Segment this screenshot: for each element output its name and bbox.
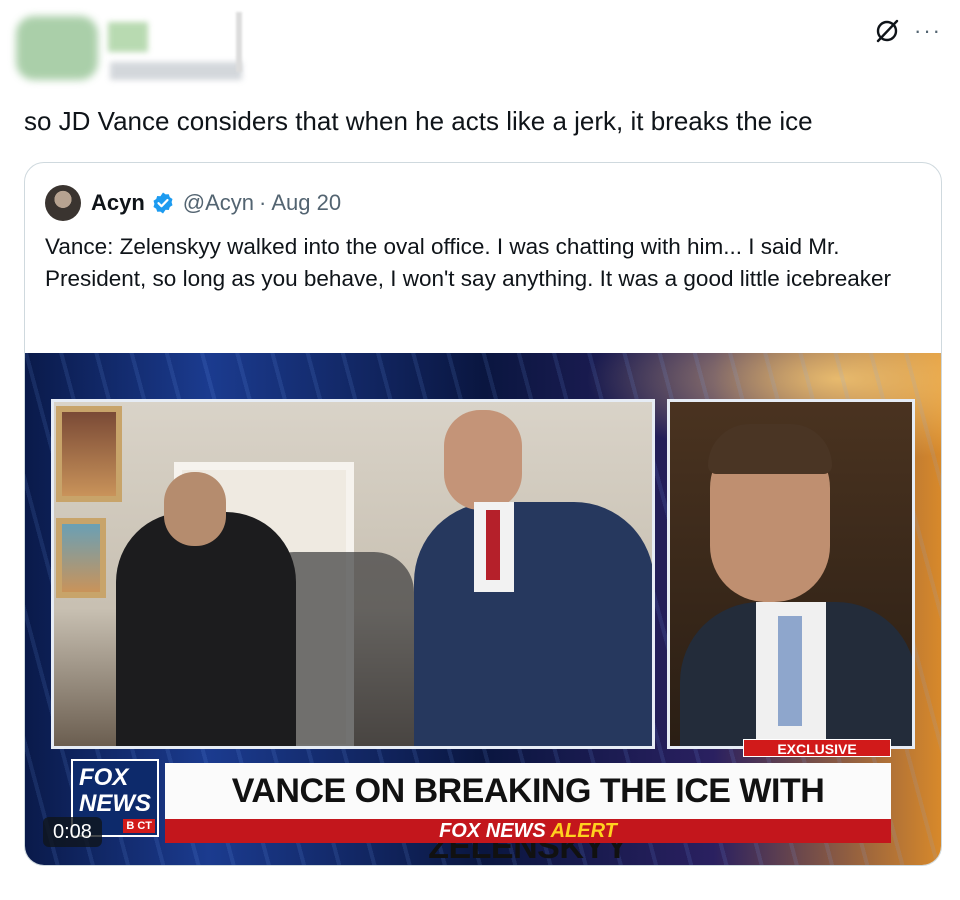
- post-date[interactable]: Aug 20: [271, 190, 341, 216]
- post-actions: ···: [874, 18, 942, 44]
- verified-badge-icon: [153, 192, 173, 214]
- person-left: [116, 472, 296, 746]
- quoted-post-header: Acyn @Acyn · Aug 20: [45, 185, 341, 221]
- alert-bar: FOX NEWS ALERT: [165, 819, 891, 843]
- painting: [56, 406, 122, 502]
- hair: [708, 424, 832, 474]
- blurred-avatar: [16, 16, 98, 80]
- grok-icon[interactable]: [874, 18, 900, 44]
- handshake-photo-panel: [51, 399, 655, 749]
- news-lower-third: FOX NEWS B CT VANCE ON BREAKING THE ICE …: [71, 759, 891, 865]
- blurred-divider: [236, 12, 242, 72]
- quoted-post[interactable]: Acyn @Acyn · Aug 20 Vance: Zelenskyy wal…: [24, 162, 942, 866]
- news-headline: VANCE ON BREAKING THE ICE WITH ZELENSKYY: [165, 763, 891, 865]
- redacted-author-header: [14, 12, 242, 82]
- author-name[interactable]: Acyn: [91, 190, 145, 216]
- post-text: so JD Vance considers that when he acts …: [24, 106, 813, 136]
- tie: [486, 510, 500, 580]
- video-player[interactable]: EXCLUSIVE FOX NEWS B CT VANCE ON BREAKIN…: [25, 353, 941, 865]
- separator-dot: ·: [259, 190, 267, 215]
- alert-word: ALERT: [550, 820, 617, 842]
- logo-line-2: NEWS: [79, 790, 151, 817]
- logo-line-1: FOX: [79, 764, 129, 791]
- avatar[interactable]: [45, 185, 81, 221]
- alert-prefix: FOX NEWS: [439, 820, 546, 842]
- exclusive-badge: EXCLUSIVE: [743, 739, 891, 757]
- blurred-name: [108, 22, 148, 52]
- logo-suffix: B CT: [123, 819, 155, 833]
- head: [164, 472, 226, 546]
- blurred-handle: [110, 62, 242, 80]
- author-handle[interactable]: @Acyn: [183, 190, 254, 216]
- painting: [56, 518, 106, 598]
- head: [444, 410, 522, 510]
- quoted-post-text: Vance: Zelenskyy walked into the oval of…: [45, 234, 892, 291]
- video-timestamp: 0:08: [43, 817, 102, 847]
- person-right: [414, 410, 652, 746]
- more-options-icon[interactable]: ···: [914, 20, 942, 42]
- tie: [778, 616, 802, 726]
- interview-panel: [667, 399, 915, 749]
